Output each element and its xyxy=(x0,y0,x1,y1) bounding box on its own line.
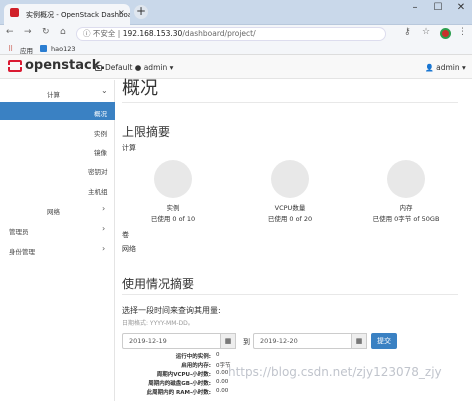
extension-icon[interactable] xyxy=(440,28,451,39)
tab-close-icon[interactable]: × xyxy=(118,8,125,17)
limit-summary-title: 上限摘要 xyxy=(122,125,171,139)
ram-label: 内存 xyxy=(399,204,413,212)
ram-usage: 已使用 0字节 of 50GB xyxy=(372,215,440,223)
instances-label: 实例 xyxy=(166,204,180,212)
chevron-right-icon: › xyxy=(102,244,106,253)
bookmark-hao123[interactable]: hao123 xyxy=(51,45,76,53)
user-label: admin ▾ xyxy=(436,63,466,72)
hao123-icon xyxy=(40,45,47,52)
page-title: 概况 xyxy=(122,78,158,99)
reload-icon[interactable]: ↻ xyxy=(42,27,50,37)
summary-label-ram-hours: 此周期内的 RAM-小时数: xyxy=(146,390,211,396)
summary-label-running: 运行中的实例: xyxy=(175,354,211,360)
divider xyxy=(122,294,458,295)
start-date-input[interactable]: 2019-12-19 xyxy=(122,333,234,349)
calendar-icon[interactable]: ▦ xyxy=(220,333,236,349)
user-menu[interactable]: 👤 admin ▾ xyxy=(425,63,466,72)
watermark: https://blog.csdn.net/zjy123078_zjy xyxy=(228,365,442,379)
back-icon[interactable]: ← xyxy=(6,27,14,37)
ram-pie xyxy=(387,160,425,198)
submit-button[interactable]: 提交 xyxy=(371,333,397,349)
url-path: /dashboard/project/ xyxy=(182,29,256,38)
network-label: 网络 xyxy=(122,245,136,253)
sidebar-item-identity[interactable]: 身份管理 xyxy=(9,246,35,256)
sidebar-item-images[interactable]: 镜像 xyxy=(94,147,107,157)
menu-icon[interactable]: ⋮ xyxy=(458,27,467,37)
calendar-icon[interactable]: ▦ xyxy=(351,333,367,349)
browser-tab[interactable]: 实例概况 - OpenStack Dashboard xyxy=(4,4,130,25)
bookmark-apps[interactable]: 应用 xyxy=(20,45,33,55)
user-icon: 👤 xyxy=(425,64,434,72)
tab-favicon-icon xyxy=(10,8,19,17)
summary-label-vcpu-hours: 周期内VCPU-小时数: xyxy=(156,372,211,378)
usage-summary-title: 使用情况摘要 xyxy=(122,277,195,291)
date-format-hint: 日期格式: YYYY-MM-DD。 xyxy=(122,320,194,327)
star-icon[interactable]: ☆ xyxy=(422,27,430,37)
chevron-down-icon: ⌄ xyxy=(101,86,108,95)
sidebar-item-compute[interactable]: 计算 xyxy=(47,89,60,99)
new-tab-button[interactable]: + xyxy=(134,5,148,19)
end-date-input[interactable]: 2019-12-20 xyxy=(253,333,365,349)
sidebar-item-keypairs[interactable]: 密钥对 xyxy=(88,166,108,176)
summary-value-disk-hours: 0.00 xyxy=(216,379,229,385)
minimize-icon[interactable]: – xyxy=(405,2,425,13)
address-bar[interactable]: ⓘ 不安全 | 192.168.153.30/dashboard/project… xyxy=(76,27,386,41)
vcpu-pie xyxy=(271,160,309,198)
url-host: 192.168.153.30 xyxy=(122,29,183,38)
summary-value-ram-hours: 0.00 xyxy=(216,388,229,394)
sidebar-item-network[interactable]: 网络 xyxy=(47,206,60,216)
summary-label-disk-hours: 周期内的磁盘GB-小时数: xyxy=(148,381,211,387)
project-label: Default ● admin ▾ xyxy=(105,63,174,72)
tab-title: 实例概况 - OpenStack Dashboard xyxy=(26,11,130,19)
sidebar-item-admin[interactable]: 管理员 xyxy=(9,226,29,236)
divider xyxy=(122,102,458,103)
openstack-logo-icon xyxy=(8,60,22,72)
instances-pie xyxy=(154,160,192,198)
forward-icon[interactable]: → xyxy=(24,27,32,37)
summary-label-ram: 启用的内存: xyxy=(181,363,211,369)
chevron-right-icon: › xyxy=(102,204,106,213)
window-close-icon[interactable]: ✕ xyxy=(451,2,471,13)
key-icon[interactable]: ⚷ xyxy=(404,27,411,37)
project-icon xyxy=(95,65,102,71)
project-selector[interactable]: Default ● admin ▾ xyxy=(95,63,173,72)
sidebar-item-overview-label: 概况 xyxy=(94,110,107,118)
compute-label: 计算 xyxy=(122,144,136,152)
openstack-logo-text[interactable]: openstack. xyxy=(25,58,105,73)
summary-value-vcpu-hours: 0.00 xyxy=(216,370,229,376)
instances-usage: 已使用 0 of 10 xyxy=(150,215,196,223)
insecure-label: 不安全 xyxy=(92,29,116,38)
maximize-icon[interactable]: ☐ xyxy=(428,2,448,13)
sidebar-item-servergroups[interactable]: 主机组 xyxy=(88,186,108,196)
sidebar-item-instances[interactable]: 实例 xyxy=(94,128,107,138)
vcpu-label: VCPU数量 xyxy=(274,204,306,212)
period-prompt: 选择一段时间来查询其用量: xyxy=(122,306,221,315)
home-icon[interactable]: ⌂ xyxy=(60,27,66,37)
chevron-right-icon: › xyxy=(102,224,106,233)
volume-label: 卷 xyxy=(122,231,129,239)
vcpu-usage: 已使用 0 of 20 xyxy=(267,215,313,223)
to-label: 到 xyxy=(243,338,250,346)
apps-icon[interactable]: ⠿ xyxy=(8,45,13,53)
summary-value-running: 0 xyxy=(216,352,220,358)
